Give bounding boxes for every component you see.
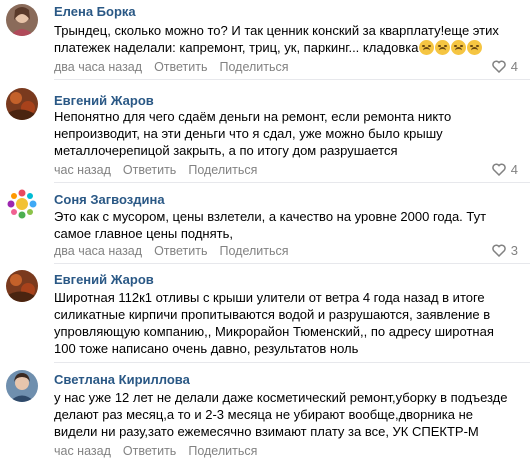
comment-text-line-with-emoji: платежек наделали: капремонт, триц, ук, … bbox=[54, 39, 524, 56]
like-count: 4 bbox=[510, 162, 518, 177]
avatar[interactable] bbox=[6, 270, 38, 302]
comment-text-line: самое главное цены поднять, bbox=[54, 226, 233, 241]
comment-meta: час назад Ответить Поделиться bbox=[54, 163, 269, 177]
comment-text-line: металлочерепицой закрыть, а по итогу дом… bbox=[54, 143, 398, 158]
comment-time[interactable]: два часа назад bbox=[54, 60, 142, 74]
comment-text-line: делают раз месяц,а то и 2-3 месяца не уб… bbox=[54, 407, 474, 422]
share-button[interactable]: Поделиться bbox=[220, 244, 289, 258]
comment-author[interactable]: Соня Загвоздина bbox=[54, 192, 165, 207]
comment-text: у нас уже 12 лет не делали даже косметич… bbox=[54, 389, 524, 440]
comment-text: Трындец, сколько можно то? И так ценник … bbox=[54, 22, 524, 56]
comment-text-line: видели ни разу,зато ежемесячно взимают п… bbox=[54, 424, 479, 439]
comment-text-line: Это как с мусором, цены взлетели, а каче… bbox=[54, 209, 487, 224]
like-count: 3 bbox=[510, 243, 518, 258]
reply-button[interactable]: Ответить bbox=[154, 244, 207, 258]
avatar[interactable] bbox=[6, 88, 38, 120]
avatar[interactable] bbox=[6, 4, 38, 36]
comment-text-line: Широтная 112к1 отливы с крыши улители от… bbox=[54, 290, 485, 305]
comment-author[interactable]: Светлана Кириллова bbox=[54, 372, 190, 387]
comments-list: Елена Борка Трындец, сколько можно то? И… bbox=[0, 0, 530, 470]
share-button[interactable]: Поделиться bbox=[188, 444, 257, 458]
comment-meta: два часа назад Ответить Поделиться bbox=[54, 244, 301, 258]
comment-text-line: 100 тоже написано очень давно, результат… bbox=[54, 341, 359, 356]
comment-text-line: у нас уже 12 лет не делали даже косметич… bbox=[54, 390, 508, 405]
comment-text: Непонятно для чего сдаём деньги на ремон… bbox=[54, 108, 524, 159]
persevering-face-emoji bbox=[435, 40, 451, 55]
comment-time[interactable]: час назад bbox=[54, 444, 111, 458]
comment-time[interactable]: два часа назад bbox=[54, 244, 142, 258]
comment-text-line: Непонятно для чего сдаём деньги на ремон… bbox=[54, 109, 452, 124]
persevering-face-emoji bbox=[451, 40, 467, 55]
reply-button[interactable]: Ответить bbox=[123, 163, 176, 177]
share-button[interactable]: Поделиться bbox=[220, 60, 289, 74]
comment-author[interactable]: Елена Борка bbox=[54, 4, 136, 19]
comment-text: Это как с мусором, цены взлетели, а каче… bbox=[54, 208, 524, 242]
comment-meta: два часа назад Ответить Поделиться bbox=[54, 60, 301, 74]
heart-icon bbox=[492, 244, 506, 257]
comment-author[interactable]: Евгений Жаров bbox=[54, 93, 154, 108]
heart-icon bbox=[492, 163, 506, 176]
avatar[interactable] bbox=[6, 370, 38, 402]
comment-text: Широтная 112к1 отливы с крыши улители от… bbox=[54, 289, 524, 357]
comment-author[interactable]: Евгений Жаров bbox=[54, 272, 154, 287]
share-button[interactable]: Поделиться bbox=[188, 163, 257, 177]
comment-text-line: непроизводит, на эти деньги что я сдал, … bbox=[54, 126, 443, 141]
comment-text-line: Трындец, сколько можно то? И так ценник … bbox=[54, 23, 499, 38]
comment-time[interactable]: час назад bbox=[54, 163, 111, 177]
like-button[interactable]: 4 bbox=[492, 162, 518, 177]
avatar[interactable] bbox=[6, 188, 38, 220]
like-button[interactable]: 4 bbox=[492, 59, 518, 74]
like-count: 4 bbox=[510, 59, 518, 74]
like-button[interactable]: 3 bbox=[492, 243, 518, 258]
heart-icon bbox=[492, 60, 506, 73]
divider bbox=[54, 182, 530, 183]
comment-text-line: упровляющую компанию,, Микрорайон Тюменс… bbox=[54, 324, 494, 339]
comment-meta: час назад Ответить Поделиться bbox=[54, 444, 269, 458]
divider bbox=[54, 79, 530, 80]
persevering-face-emoji bbox=[419, 40, 435, 55]
persevering-face-emoji bbox=[467, 40, 483, 55]
divider bbox=[54, 263, 530, 264]
comment-text-line: силикатные кирпичи пропитываются водой и… bbox=[54, 307, 491, 322]
divider bbox=[54, 362, 530, 363]
comment-text-line: платежек наделали: капремонт, триц, ук, … bbox=[54, 40, 419, 55]
reply-button[interactable]: Ответить bbox=[154, 60, 207, 74]
reply-button[interactable]: Ответить bbox=[123, 444, 176, 458]
